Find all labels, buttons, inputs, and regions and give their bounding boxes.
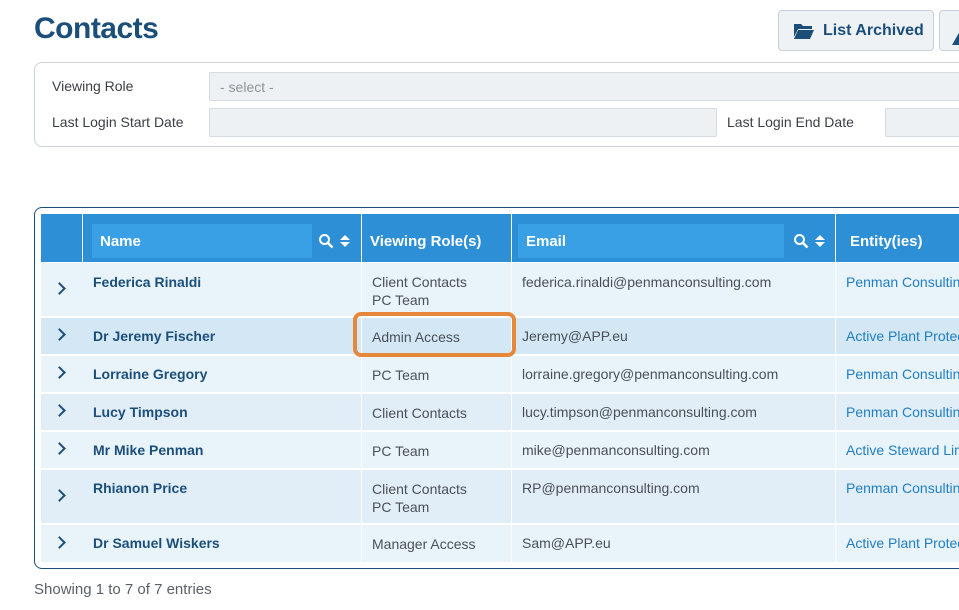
contact-roles: Client Contacts PC Team (362, 263, 512, 316)
contact-email: Sam@APP.eu (512, 525, 836, 562)
last-login-start-input[interactable] (209, 108, 717, 137)
contact-entity[interactable]: Penman Consultin (836, 356, 959, 392)
folder-open-icon (794, 23, 814, 39)
role-item: PC Team (372, 292, 430, 308)
contact-entity[interactable]: Penman Consultin (836, 470, 959, 523)
column-viewing-roles-label: Viewing Role(s) (370, 233, 482, 250)
table-row[interactable]: Rhianon Price Client Contacts PC Team RP… (41, 469, 959, 523)
list-archived-label: List Archived (823, 21, 924, 39)
contact-name[interactable]: Lorraine Gregory (83, 356, 362, 392)
table-row[interactable]: Lucy Timpson Client Contacts lucy.timpso… (41, 393, 959, 430)
contact-name[interactable]: Rhianon Price (83, 470, 362, 523)
contact-entity[interactable]: Active Plant Protec (836, 318, 959, 354)
column-email-label: Email (518, 224, 784, 258)
contact-name[interactable]: Dr Samuel Wiskers (83, 525, 362, 562)
expand-column-header (41, 214, 83, 269)
chevron-right-icon[interactable] (53, 404, 66, 417)
contact-name[interactable]: Mr Mike Penman (83, 432, 362, 468)
table-info: Showing 1 to 7 of 7 entries (34, 581, 212, 598)
contact-name[interactable]: Federica Rinaldi (83, 263, 362, 316)
role-item: PC Team (372, 443, 430, 459)
viewing-role-label: Viewing Role (52, 78, 134, 94)
last-login-start-label: Last Login Start Date (52, 114, 184, 130)
chevron-right-icon[interactable] (53, 488, 66, 502)
column-viewing-roles[interactable]: Viewing Role(s) (362, 214, 512, 269)
chevron-right-icon[interactable] (53, 442, 66, 455)
sort-icon[interactable] (815, 235, 825, 247)
contact-email: lucy.timpson@penmanconsulting.com (512, 394, 836, 430)
chevron-right-icon[interactable] (53, 535, 66, 549)
viewing-role-select[interactable]: - select - (209, 72, 959, 101)
chevron-right-icon[interactable] (53, 281, 66, 295)
contact-roles: Client Contacts (362, 394, 512, 430)
table-row[interactable]: Mr Mike Penman PC Team mike@penmanconsul… (41, 431, 959, 468)
contact-roles: PC Team (362, 432, 512, 468)
contact-email: mike@penmanconsulting.com (512, 432, 836, 468)
table-row[interactable]: Federica Rinaldi Client Contacts PC Team… (41, 262, 959, 316)
list-archived-button[interactable]: List Archived (778, 10, 934, 51)
page-title: Contacts (34, 12, 159, 45)
role-item: PC Team (372, 367, 430, 383)
highlight-annotation (353, 312, 516, 357)
contacts-table: Name Viewing Role(s) Email Entity(ies) F… (34, 207, 959, 569)
role-item: Client Contacts (372, 481, 467, 497)
contact-email: federica.rinaldi@penmanconsulting.com (512, 263, 836, 316)
column-entities-label: Entity(ies) (850, 233, 923, 250)
table-header: Name Viewing Role(s) Email Entity(ies) (41, 214, 959, 269)
role-item: PC Team (372, 499, 430, 515)
contact-entity[interactable]: Active Steward Lim (836, 432, 959, 468)
contact-name[interactable]: Dr Jeremy Fischer (83, 318, 362, 354)
contact-roles: Manager Access (362, 525, 512, 562)
contact-entity[interactable]: Penman Consultin (836, 263, 959, 316)
last-login-end-input[interactable] (885, 108, 959, 137)
contact-entity[interactable]: Active Plant Protec (836, 525, 959, 562)
search-icon[interactable] (318, 233, 334, 249)
table-row[interactable]: Lorraine Gregory PC Team lorraine.gregor… (41, 355, 959, 392)
contact-email: RP@penmanconsulting.com (512, 470, 836, 523)
role-item: Client Contacts (372, 405, 467, 421)
next-action-button[interactable] (939, 10, 959, 51)
contact-email: Jeremy@APP.eu (512, 318, 836, 354)
arrow-up-icon (952, 31, 959, 45)
role-item: Client Contacts (372, 274, 467, 290)
chevron-right-icon[interactable] (53, 328, 66, 341)
column-name-label: Name (92, 224, 312, 258)
filter-panel: Viewing Role - select - Last Login Start… (34, 62, 959, 147)
sort-icon[interactable] (340, 235, 350, 247)
contact-roles: PC Team (362, 356, 512, 392)
contact-name[interactable]: Lucy Timpson (83, 394, 362, 430)
column-name[interactable]: Name (83, 214, 362, 269)
chevron-right-icon[interactable] (53, 366, 66, 379)
contact-roles: Client Contacts PC Team (362, 470, 512, 523)
column-entities[interactable]: Entity(ies) (836, 214, 959, 269)
column-email[interactable]: Email (512, 214, 836, 269)
search-icon[interactable] (793, 233, 809, 249)
role-item: Manager Access (372, 536, 476, 552)
contact-email: lorraine.gregory@penmanconsulting.com (512, 356, 836, 392)
table-row[interactable]: Dr Samuel Wiskers Manager Access Sam@APP… (41, 524, 959, 562)
contact-entity[interactable]: Penman Consultin (836, 394, 959, 430)
last-login-end-label: Last Login End Date (727, 114, 854, 130)
